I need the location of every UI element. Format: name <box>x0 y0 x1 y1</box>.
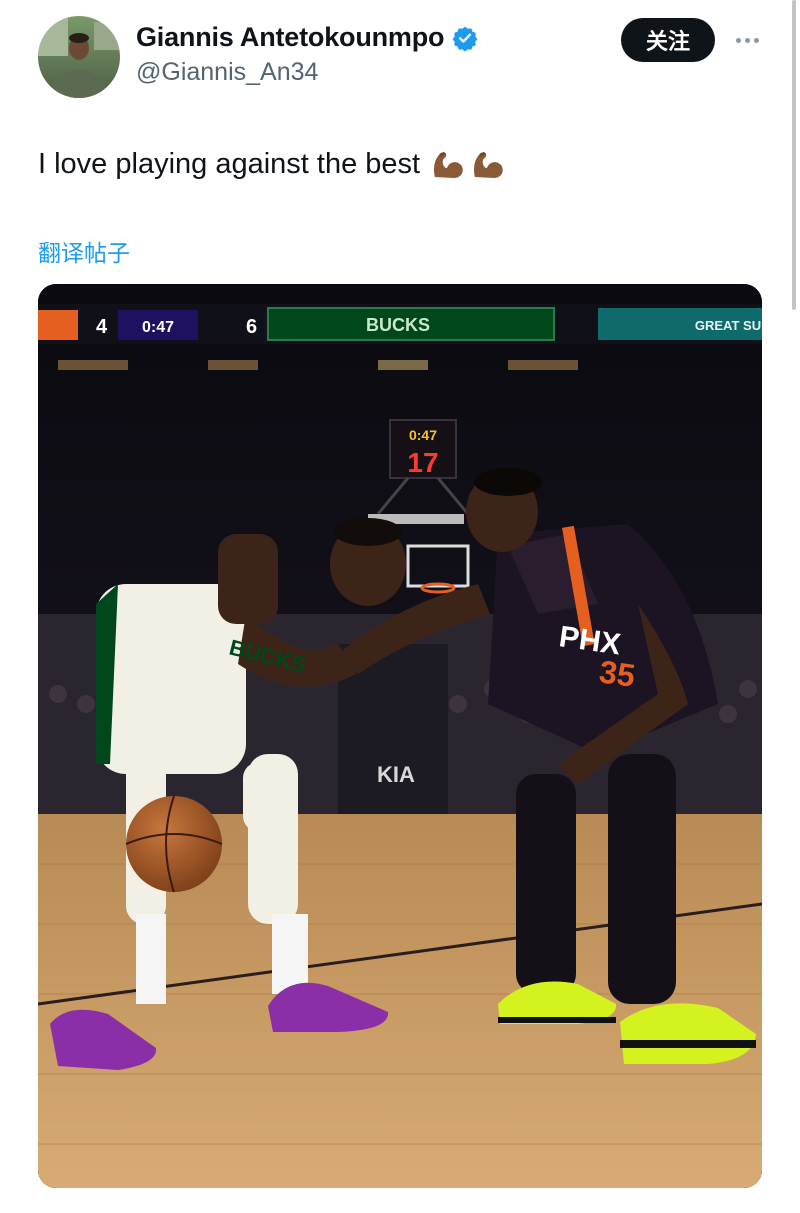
tweet-text-row: I love playing against the best <box>38 146 506 182</box>
author-display-name[interactable]: Giannis Antetokounmpo <box>136 22 444 53</box>
basketball <box>126 796 222 892</box>
author-avatar[interactable] <box>38 16 120 98</box>
avatar-photo <box>38 16 120 98</box>
home-score: 4 <box>96 316 108 338</box>
author-handle[interactable]: @Giannis_An34 <box>136 58 318 87</box>
team-banner: BUCKS <box>366 315 430 335</box>
right-banner: GREAT SU <box>695 318 761 333</box>
translate-post-link[interactable]: 翻译帖子 <box>38 234 130 268</box>
game-clock: 0:47 <box>142 319 174 336</box>
shot-clock-value: 17 <box>407 447 438 478</box>
basketball-photo: 4 0:47 6 BUCKS GREAT SU 0:47 17 KIA BUCK… <box>38 284 762 1188</box>
follow-button[interactable]: 关注 <box>621 18 715 62</box>
flexed-biceps-icon <box>434 152 463 178</box>
verified-badge-icon <box>452 26 478 51</box>
author-name-row: Giannis Antetokounmpo <box>136 22 478 53</box>
flexed-biceps-icon <box>474 152 503 178</box>
shot-clock-top: 0:47 <box>409 427 437 443</box>
sponsor-board: KIA <box>377 762 415 787</box>
more-icon[interactable] <box>730 26 764 54</box>
away-score: 6 <box>246 316 257 338</box>
page-scrollbar[interactable] <box>792 0 796 310</box>
tweet-text: I love playing against the best <box>38 147 421 180</box>
flexed-biceps-emojis <box>430 146 506 182</box>
tweet-media-photo[interactable]: 4 0:47 6 BUCKS GREAT SU 0:47 17 KIA BUCK… <box>38 284 762 1188</box>
jersey-number: 35 <box>597 653 637 694</box>
